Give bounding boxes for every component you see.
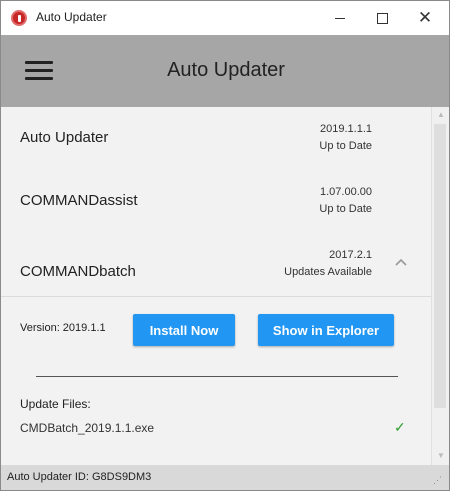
app-status: Updates Available: [284, 266, 372, 278]
chevron-up-icon[interactable]: [394, 257, 408, 267]
scrollbar-thumb[interactable]: [434, 124, 446, 408]
app-version: 2017.2.1: [329, 249, 372, 261]
maximize-icon: [376, 12, 388, 24]
divider: [1, 296, 431, 297]
app-name: Auto Updater: [20, 129, 109, 146]
title-bar[interactable]: Auto Updater ✕: [1, 1, 449, 35]
list-item-auto-updater[interactable]: Auto Updater 2019.1.1.1 Up to Date: [1, 107, 431, 170]
list-item-commandassist[interactable]: COMMANDassist 1.07.00.00 Up to Date: [1, 170, 431, 233]
divider: [36, 376, 398, 377]
scroll-up-arrow-icon[interactable]: ▲: [436, 110, 446, 120]
scroll-down-arrow-icon[interactable]: ▼: [436, 451, 446, 461]
update-files-label: Update Files:: [20, 397, 91, 411]
app-name: COMMANDassist: [20, 192, 138, 209]
maximize-button[interactable]: [361, 1, 403, 35]
install-now-button[interactable]: Install Now: [133, 314, 235, 346]
status-bar: Auto Updater ID: G8DS9DM3 ⋰: [1, 465, 449, 490]
app-icon: [11, 10, 27, 26]
app-header: Auto Updater: [1, 35, 449, 107]
resize-grip-icon[interactable]: ⋰: [433, 475, 442, 486]
header-title: Auto Updater: [167, 59, 285, 81]
app-window: Auto Updater ✕ Auto Updater Auto Updater…: [0, 0, 450, 491]
window-title: Auto Updater: [36, 10, 107, 24]
app-version: 1.07.00.00: [320, 186, 372, 198]
close-button[interactable]: ✕: [404, 1, 446, 35]
list-item-commandbatch[interactable]: COMMANDbatch 2017.2.1 Updates Available: [1, 233, 431, 295]
app-name: COMMANDbatch: [20, 263, 136, 280]
app-list: Auto Updater 2019.1.1.1 Up to Date COMMA…: [1, 107, 431, 465]
update-file-name: CMDBatch_2019.1.1.exe: [20, 421, 155, 435]
minimize-button[interactable]: [319, 1, 361, 35]
updater-id: Auto Updater ID: G8DS9DM3: [7, 471, 152, 483]
minimize-icon: [335, 17, 345, 19]
vertical-scrollbar[interactable]: ▲ ▼: [431, 107, 449, 465]
app-status: Up to Date: [319, 140, 372, 152]
close-icon: ✕: [417, 8, 433, 27]
selected-version: Version: 2019.1.1: [20, 322, 106, 334]
show-in-explorer-button[interactable]: Show in Explorer: [258, 314, 394, 346]
app-status: Up to Date: [319, 203, 372, 215]
app-version: 2019.1.1.1: [320, 123, 372, 135]
checkmark-icon: ✓: [394, 419, 406, 435]
